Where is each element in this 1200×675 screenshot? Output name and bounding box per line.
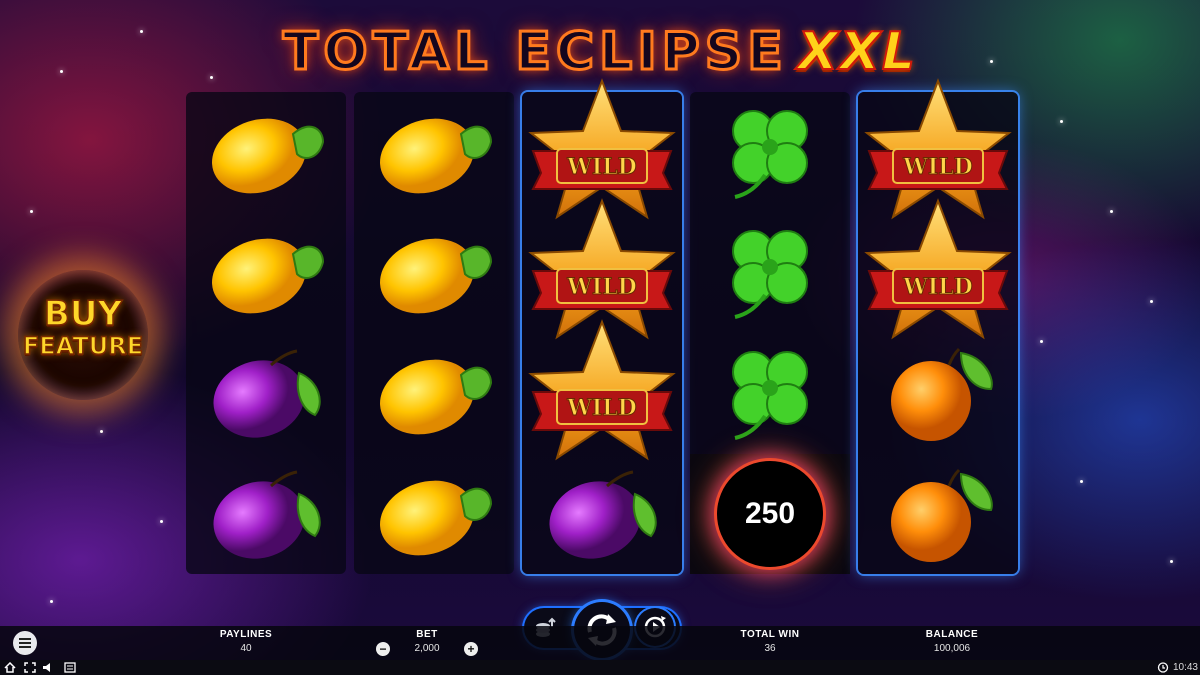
bet-display: BET 2,000 — [400, 628, 454, 656]
wild-label: WILD — [902, 274, 973, 300]
reel-5: WILD WILD — [858, 78, 1018, 574]
reel-4: 250 — [690, 92, 850, 574]
wild-star-icon: WILD — [864, 198, 1012, 340]
balance-label: BALANCE — [925, 629, 979, 640]
system-bar: 10:43 — [0, 660, 1200, 675]
clock-time: 10:43 — [1172, 662, 1198, 673]
sound-icon[interactable] — [42, 662, 54, 673]
reel-5-symbol-2: WILD — [858, 198, 1018, 340]
wild-label: WILD — [566, 395, 637, 421]
home-icon[interactable] — [4, 662, 16, 673]
paylines-label: PAYLINES — [219, 629, 273, 640]
reel-1-symbol-4 — [186, 454, 346, 574]
plum-icon — [213, 470, 321, 559]
clock-icon — [1157, 662, 1169, 673]
reel-1-symbol-1 — [186, 92, 346, 212]
reel-1-symbol-2 — [186, 212, 346, 332]
plum-icon — [213, 349, 321, 438]
total-win-value: 36 — [764, 643, 776, 654]
orange-icon — [891, 347, 993, 441]
buy-feature-line2: FEATURE — [22, 331, 144, 361]
title-xxl: XXL — [797, 21, 918, 83]
paylines-value: 40 — [240, 643, 252, 654]
wild-label: WILD — [566, 154, 637, 180]
wild-label: WILD — [902, 154, 973, 180]
plum-icon — [549, 470, 657, 559]
reel-5-symbol-1: WILD — [858, 78, 1018, 220]
paylines-display: PAYLINES 40 — [216, 628, 276, 656]
bet-label: BET — [416, 629, 438, 640]
title-main: TOTAL ECLIPSE — [281, 21, 788, 84]
orange-icon — [891, 468, 993, 562]
lemon-icon — [212, 118, 325, 194]
reel-3-symbol-1: WILD — [522, 78, 682, 220]
wild-label: WILD — [566, 274, 637, 300]
total-win-label: TOTAL WIN — [740, 629, 800, 640]
wild-star-icon: WILD — [528, 319, 676, 461]
balance-display: BALANCE 100,006 — [915, 628, 989, 656]
reel-2 — [354, 92, 514, 574]
reel-4-symbol-1 — [690, 92, 850, 212]
reel-5-symbol-4 — [858, 454, 1018, 574]
reel-2-symbol-2 — [354, 212, 514, 332]
clover-icon — [732, 230, 808, 319]
clover-icon — [732, 110, 808, 199]
menu-button[interactable] — [13, 631, 37, 655]
bet-value: 2,000 — [414, 643, 440, 654]
paytable-icon[interactable] — [64, 662, 76, 673]
reel-4-symbol-4: 250 — [690, 454, 850, 574]
reel-5-symbol-3 — [858, 333, 1018, 453]
buy-feature-button[interactable]: BUY FEATURE — [18, 270, 148, 400]
fullscreen-icon[interactable] — [24, 662, 36, 673]
reel-2-symbol-1 — [354, 92, 514, 212]
reel-2-symbol-4 — [354, 454, 514, 574]
reel-1 — [186, 92, 346, 574]
reel-1-symbol-3 — [186, 333, 346, 453]
bet-increase-button[interactable]: + — [464, 642, 478, 656]
balance-value: 100,006 — [933, 643, 971, 654]
buy-feature-line1: BUY — [43, 294, 123, 334]
bonus-value-disc: 250 — [717, 461, 823, 567]
reel-4-symbol-3 — [690, 333, 850, 453]
game-title: TOTAL ECLIPSE XXL — [0, 21, 1200, 84]
reel-3-symbol-4 — [522, 454, 682, 574]
reel-3-symbol-3: WILD — [522, 319, 682, 461]
total-win-display: TOTAL WIN 36 — [735, 628, 805, 656]
lemon-icon — [380, 480, 493, 556]
reel-4-symbol-2 — [690, 212, 850, 332]
bet-decrease-button[interactable]: − — [376, 642, 390, 656]
reel-grid: WILD WILD WILD 250 WILD WILD — [186, 78, 1018, 574]
lemon-icon — [380, 238, 493, 314]
clover-icon — [732, 351, 808, 440]
bottom-bar: PAYLINES 40 − BET 2,000 + TOTAL WIN 36 B… — [0, 626, 1200, 660]
lemon-icon — [380, 359, 493, 435]
reel-3-symbol-2: WILD — [522, 198, 682, 340]
reel-2-symbol-3 — [354, 333, 514, 453]
reel-3: WILD WILD WILD — [522, 78, 682, 574]
lemon-icon — [380, 118, 493, 194]
lemon-icon — [212, 238, 325, 314]
